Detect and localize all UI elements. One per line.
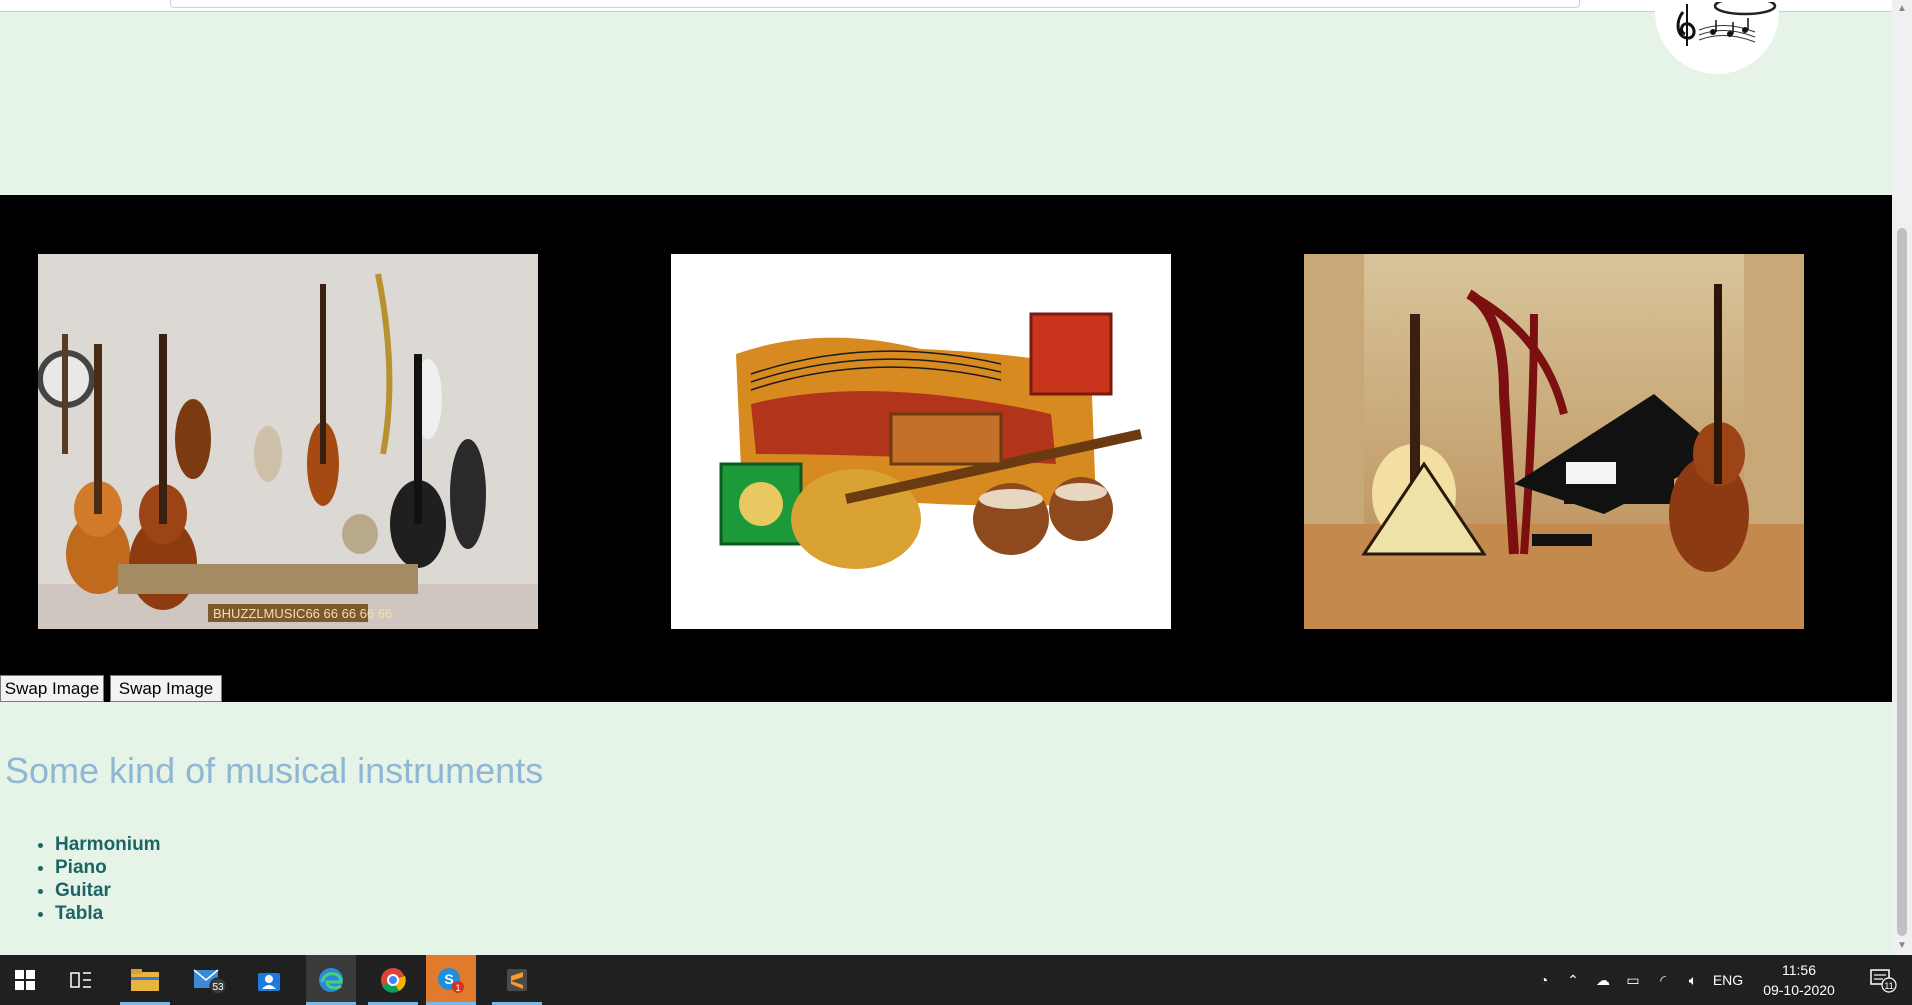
cloud-sync-icon[interactable]: ◔: [1530, 972, 1558, 988]
mail-icon[interactable]: 53: [184, 955, 234, 1005]
image1-caption: BHUZZLMUSIC66 66 66 66 66: [213, 606, 392, 621]
swap-image-button-1[interactable]: Swap Image: [0, 675, 104, 702]
clock[interactable]: 11:56 09-10-2020: [1752, 960, 1846, 1000]
list-item-harmonium: Harmonium: [55, 833, 161, 856]
content-section: Some kind of musical instruments Harmoni…: [0, 702, 1892, 955]
notification-center-icon[interactable]: 11: [1858, 955, 1908, 1005]
instruments-wall-image: BHUZZLMUSIC66 66 66 66 66: [38, 254, 538, 629]
clock-date: 09-10-2020: [1763, 982, 1835, 998]
clock-time: 11:56: [1782, 962, 1816, 978]
skype-icon[interactable]: S1: [426, 955, 476, 1005]
notification-count: 11: [1884, 981, 1893, 991]
edge-icon[interactable]: [306, 955, 356, 1005]
music-logo: [1655, 2, 1779, 74]
system-tray: ◔ ⌃ ☁ ▭ ◜ 🔈︎ ENG: [1530, 955, 1748, 1005]
instrument-list: Harmonium Piano Guitar Tabla: [55, 833, 161, 925]
swap-image-button-2[interactable]: Swap Image: [110, 675, 222, 702]
browser-toolbar-edge: [0, 0, 1892, 12]
page-header: [5, 2, 1880, 195]
chevron-up-icon[interactable]: ⌃: [1558, 972, 1588, 989]
browser-viewport: BHUZZLMUSIC66 66 66 66 66 Swap Image Swa…: [0, 0, 1892, 955]
windows-taskbar: 53 S1 ◔ ⌃ ☁ ▭ ◜ 🔈︎ ENG 11:56 09-10-2020 …: [0, 955, 1912, 1005]
chrome-icon[interactable]: [368, 955, 418, 1005]
folder-icon[interactable]: [120, 955, 170, 1005]
list-item-tabla: Tabla: [55, 902, 161, 925]
wifi-icon[interactable]: ◜: [1648, 972, 1678, 989]
mail-badge: 53: [212, 982, 224, 993]
onedrive-icon[interactable]: ☁: [1588, 972, 1618, 989]
language-indicator[interactable]: ENG: [1708, 972, 1748, 988]
task-view-icon[interactable]: [56, 955, 106, 1005]
windows-start-icon[interactable]: [0, 955, 50, 1005]
svg-text:S: S: [444, 971, 453, 987]
store-icon[interactable]: [244, 955, 294, 1005]
scroll-up-arrow-icon[interactable]: ▲: [1892, 0, 1912, 18]
miniature-instruments-image: [1304, 254, 1804, 629]
list-item-guitar: Guitar: [55, 879, 161, 902]
instruments-heading: Some kind of musical instruments: [5, 750, 544, 791]
volume-icon[interactable]: 🔈︎: [1678, 972, 1708, 989]
image-gallery: BHUZZLMUSIC66 66 66 66 66 Swap Image Swa…: [0, 195, 1892, 702]
battery-icon[interactable]: ▭: [1618, 972, 1648, 989]
scroll-down-arrow-icon[interactable]: ▼: [1892, 937, 1912, 955]
instruments-art-image: [671, 254, 1171, 629]
sublime-icon[interactable]: [492, 955, 542, 1005]
address-bar[interactable]: [170, 0, 1580, 8]
skype-badge: 1: [455, 983, 460, 993]
scrollbar-thumb[interactable]: [1897, 228, 1907, 936]
vertical-scrollbar[interactable]: ▲ ▼: [1892, 0, 1912, 955]
list-item-piano: Piano: [55, 856, 161, 879]
